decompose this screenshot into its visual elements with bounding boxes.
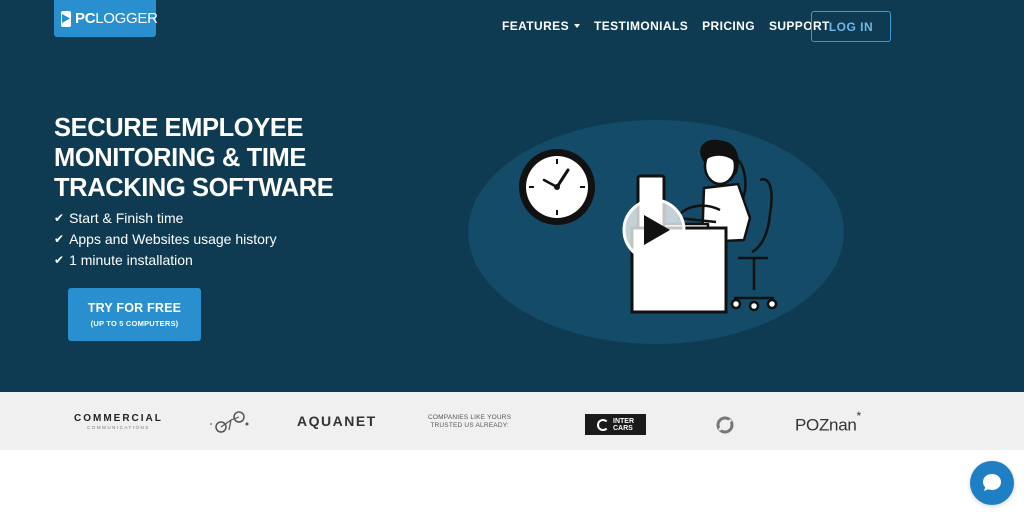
cta-sublabel: (UP TO 5 COMPUTERS) [90,319,179,328]
pclogger-logo[interactable]: PCLOGGER [54,0,158,37]
feature-item: ✔ 1 minute installation [54,250,277,271]
hero-video-illustration [468,120,844,344]
feature-list: ✔ Start & Finish time ✔ Apps and Website… [54,208,277,271]
feature-item: ✔ Apps and Websites usage history [54,229,277,250]
commercial-logo: COMMERCIAL COMMUNICATIONS [74,413,163,430]
hero-section: PCLOGGER FEATURES TESTIMONIALS PRICING S… [0,0,1024,392]
client-logos-bar: COMMERCIAL COMMUNICATIONS AQUANET COMPAN… [0,392,1024,450]
intercars-logo: INTER CARS [585,414,646,435]
nav-features[interactable]: FEATURES [502,19,580,33]
cta-label: TRY FOR FREE [87,301,182,315]
chat-bubble-icon [983,474,1001,491]
nav-testimonials[interactable]: TESTIMONIALS [594,19,688,33]
check-icon: ✔ [54,232,65,246]
chevron-down-icon [573,24,580,28]
check-icon: ✔ [54,211,65,225]
poznan-logo: POZnan* [795,409,861,435]
chat-button[interactable] [970,461,1014,505]
headline-line: TRACKING SOFTWARE [54,174,334,202]
intercars-ring-icon [597,418,609,431]
clients-tagline: COMPANIES LIKE YOURS TRUSTED US ALREADY: [428,414,512,429]
check-icon: ✔ [54,253,65,267]
login-button[interactable]: LOG IN [811,11,891,42]
clock-icon [519,149,595,225]
circle-brand-logo-icon [716,416,734,434]
hero-headline: SECURE EMPLOYEE MONITORING & TIME TRACKI… [54,113,334,203]
main-nav: FEATURES TESTIMONIALS PRICING SUPPORT [502,19,830,33]
try-for-free-button[interactable]: TRY FOR FREE (UP TO 5 COMPUTERS) [68,288,201,341]
logo-play-icon [61,10,71,27]
play-icon[interactable] [622,198,686,262]
nav-pricing[interactable]: PRICING [702,19,755,33]
aquanet-logo: AQUANET [297,413,377,429]
bike-logo-icon [210,411,249,433]
headline-line: SECURE EMPLOYEE [54,114,304,142]
logo-text: PCLOGGER [75,10,158,27]
headline-line: MONITORING & TIME [54,144,306,172]
feature-item: ✔ Start & Finish time [54,208,277,229]
